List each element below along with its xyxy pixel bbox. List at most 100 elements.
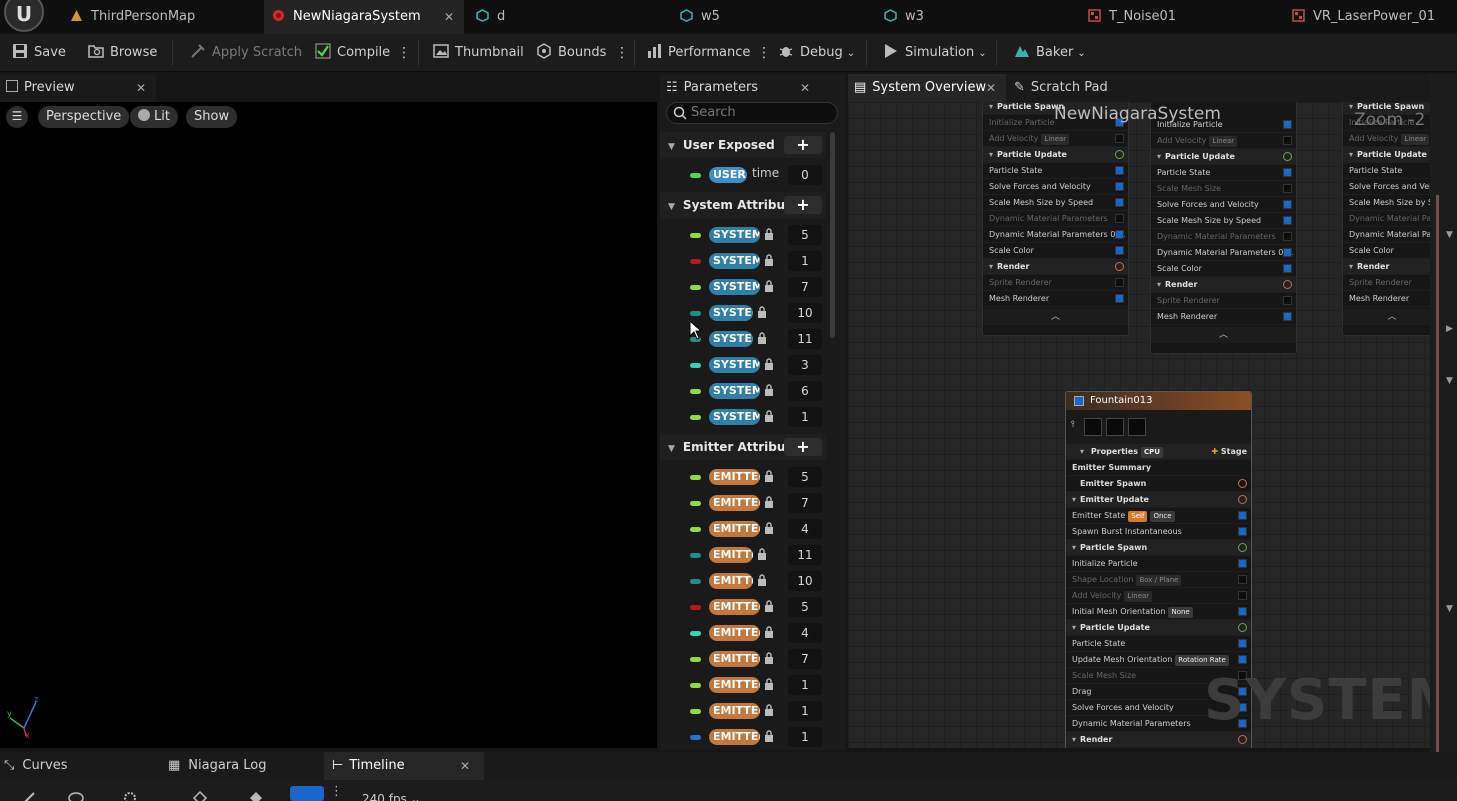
parameter-value-field[interactable]: 1: [788, 727, 822, 747]
parameter-row[interactable]: EMITTER 11: [660, 542, 826, 568]
enable-checkbox[interactable]: [1283, 296, 1292, 305]
parameter-search-input[interactable]: Search: [666, 102, 838, 124]
parameter-row[interactable]: SYSTEM 5: [660, 222, 826, 248]
enable-checkbox[interactable]: [1238, 655, 1247, 664]
add-parameter-button[interactable]: +: [784, 438, 822, 456]
enable-checkbox[interactable]: [1115, 214, 1124, 223]
stack-module-row[interactable]: Solve Forces and Velocity: [1151, 197, 1296, 213]
save-button[interactable]: Save: [12, 34, 66, 72]
stack-module-row[interactable]: Mesh Renderer: [1151, 309, 1296, 325]
tab-w3[interactable]: w3: [876, 0, 1076, 34]
parameter-row[interactable]: USER time 0: [660, 162, 826, 188]
enable-checkbox[interactable]: [1283, 248, 1292, 257]
parameter-row[interactable]: SYSTEM 11: [660, 326, 826, 352]
emitter-node[interactable]: Initialize ParticleAdd VelocityLinearPar…: [1150, 102, 1297, 354]
performance-options-icon[interactable]: ⋮: [757, 34, 771, 72]
collapse-arrow-icon[interactable]: ▼: [668, 134, 675, 160]
renderer-thumbnail-icon[interactable]: [1084, 418, 1102, 436]
stack-module-row[interactable]: Particle State: [983, 163, 1128, 179]
snap-toggle-button[interactable]: [290, 786, 324, 801]
preview-viewport[interactable]: [0, 102, 657, 748]
add-module-icon[interactable]: [1238, 735, 1247, 744]
stack-module-row[interactable]: Dynamic Material Parameters: [983, 211, 1128, 227]
parameters-scrollbar[interactable]: [830, 132, 835, 338]
enable-checkbox[interactable]: [1238, 527, 1247, 536]
stack-module-row[interactable]: Particle Update: [1066, 620, 1251, 636]
enable-checkbox[interactable]: [1238, 591, 1247, 600]
expand-arrow-icon[interactable]: ▼: [1446, 230, 1453, 240]
add-module-icon[interactable]: [1283, 280, 1292, 289]
stack-module-row[interactable]: Emitter Update: [1066, 492, 1251, 508]
add-module-icon[interactable]: [1238, 543, 1247, 552]
more-options-icon[interactable]: ⋮: [330, 784, 343, 799]
parameter-value-field[interactable]: 1: [788, 407, 822, 427]
add-module-icon[interactable]: [1115, 150, 1124, 159]
stack-module-row[interactable]: Particle Spawn: [1066, 540, 1251, 556]
stack-module-row[interactable]: Add Velocity Linear: [1066, 588, 1251, 604]
unreal-logo-icon[interactable]: U: [4, 0, 44, 32]
expand-right-icon[interactable]: ▶: [1446, 324, 1453, 334]
add-module-icon[interactable]: [1283, 152, 1292, 161]
parameter-value-field[interactable]: 4: [788, 623, 822, 643]
close-timeline-icon[interactable]: ✕: [460, 752, 470, 780]
parameter-row[interactable]: SYSTEM 3: [660, 352, 826, 378]
apply-scratch-button[interactable]: Apply Scratch: [190, 34, 302, 72]
add-module-icon[interactable]: [1238, 623, 1247, 632]
enable-checkbox[interactable]: [1283, 264, 1292, 273]
enable-checkbox[interactable]: [1283, 216, 1292, 225]
performance-button[interactable]: Performance: [646, 34, 750, 72]
parameter-row[interactable]: EMITTER 1: [660, 724, 826, 750]
enable-checkbox[interactable]: [1238, 511, 1247, 520]
category-user-exposed[interactable]: ▼ User Exposed +: [660, 132, 826, 158]
parameter-row[interactable]: EMITTER 1: [660, 698, 826, 724]
thumbnail-button[interactable]: Thumbnail: [433, 34, 524, 72]
add-parameter-button[interactable]: +: [784, 196, 822, 214]
enable-checkbox[interactable]: [1238, 559, 1247, 568]
stack-module-row[interactable]: Particle State: [1066, 636, 1251, 652]
frame-rate-dropdown[interactable]: 240 fps ⌄: [362, 792, 421, 801]
add-module-icon[interactable]: [1115, 262, 1124, 271]
parameter-value-field[interactable]: 5: [788, 597, 822, 617]
bounds-button[interactable]: Bounds: [536, 34, 606, 72]
parameter-row[interactable]: EMITTER 1: [660, 672, 826, 698]
parameter-value-field[interactable]: 1: [788, 251, 822, 271]
stack-module-row[interactable]: Particle Update: [1343, 147, 1430, 163]
enable-checkbox[interactable]: [1115, 134, 1124, 143]
emitter-node[interactable]: Particle SpawnInitialize ParticleAdd Vel…: [1342, 102, 1430, 336]
collapse-node-icon[interactable]: ︿: [1151, 327, 1296, 343]
parameter-value-field[interactable]: 6: [788, 381, 822, 401]
emitter-properties-row[interactable]: PropertiesCPU ✚ Stage: [1066, 444, 1251, 460]
stack-module-row[interactable]: Render: [1151, 277, 1296, 293]
stack-module-row[interactable]: Scale Color: [1151, 261, 1296, 277]
parameter-value-field[interactable]: 10: [788, 303, 822, 323]
close-tab-icon[interactable]: ✕: [444, 0, 454, 34]
parameter-row[interactable]: EMITTER 4: [660, 516, 826, 542]
tab-scratch-pad[interactable]: ✎ Scratch Pad: [1012, 74, 1142, 102]
emitter-node[interactable]: Particle SpawnInitialize ParticleAdd Vel…: [982, 102, 1129, 336]
enable-checkbox[interactable]: [1115, 278, 1124, 287]
details-scroll-strip[interactable]: [1436, 195, 1439, 801]
stack-module-row[interactable]: Sprite Renderer: [1343, 275, 1430, 291]
perspective-button[interactable]: Perspective: [38, 106, 130, 128]
parameter-row[interactable]: EMITTER 5: [660, 594, 826, 620]
stack-module-row[interactable]: Dynamic Material Parameters 001: [983, 227, 1128, 243]
stack-module-row[interactable]: Scale Color: [983, 243, 1128, 259]
tab-w5[interactable]: w5: [672, 0, 872, 34]
add-stage-button[interactable]: ✚ Stage: [1211, 444, 1247, 459]
parameter-value-field[interactable]: 4: [788, 519, 822, 539]
stack-module-row[interactable]: Solve Forces and Veloc: [1343, 179, 1430, 195]
enable-checkbox[interactable]: [1115, 182, 1124, 191]
tab-d[interactable]: d: [468, 0, 668, 34]
auto-key-icon[interactable]: [248, 788, 264, 801]
tab-vr-laserpower-01[interactable]: VR_LaserPower_01: [1284, 0, 1457, 34]
stack-module-row[interactable]: Initialize Particle: [1066, 556, 1251, 572]
stack-module-row[interactable]: Scale Mesh Size: [1151, 181, 1296, 197]
bounds-options-icon[interactable]: ⋮: [615, 34, 629, 72]
tab-newniagarasystem[interactable]: NewNiagaraSystem ✕: [264, 0, 464, 34]
enable-checkbox[interactable]: [1283, 232, 1292, 241]
stack-module-row[interactable]: Add Velocity Linear: [983, 131, 1128, 147]
emitter-node-header[interactable]: Fountain013: [1066, 392, 1251, 410]
view-options-icon[interactable]: [68, 788, 84, 801]
enable-checkbox[interactable]: [1283, 312, 1292, 321]
compile-options-icon[interactable]: ⋮: [397, 34, 411, 72]
